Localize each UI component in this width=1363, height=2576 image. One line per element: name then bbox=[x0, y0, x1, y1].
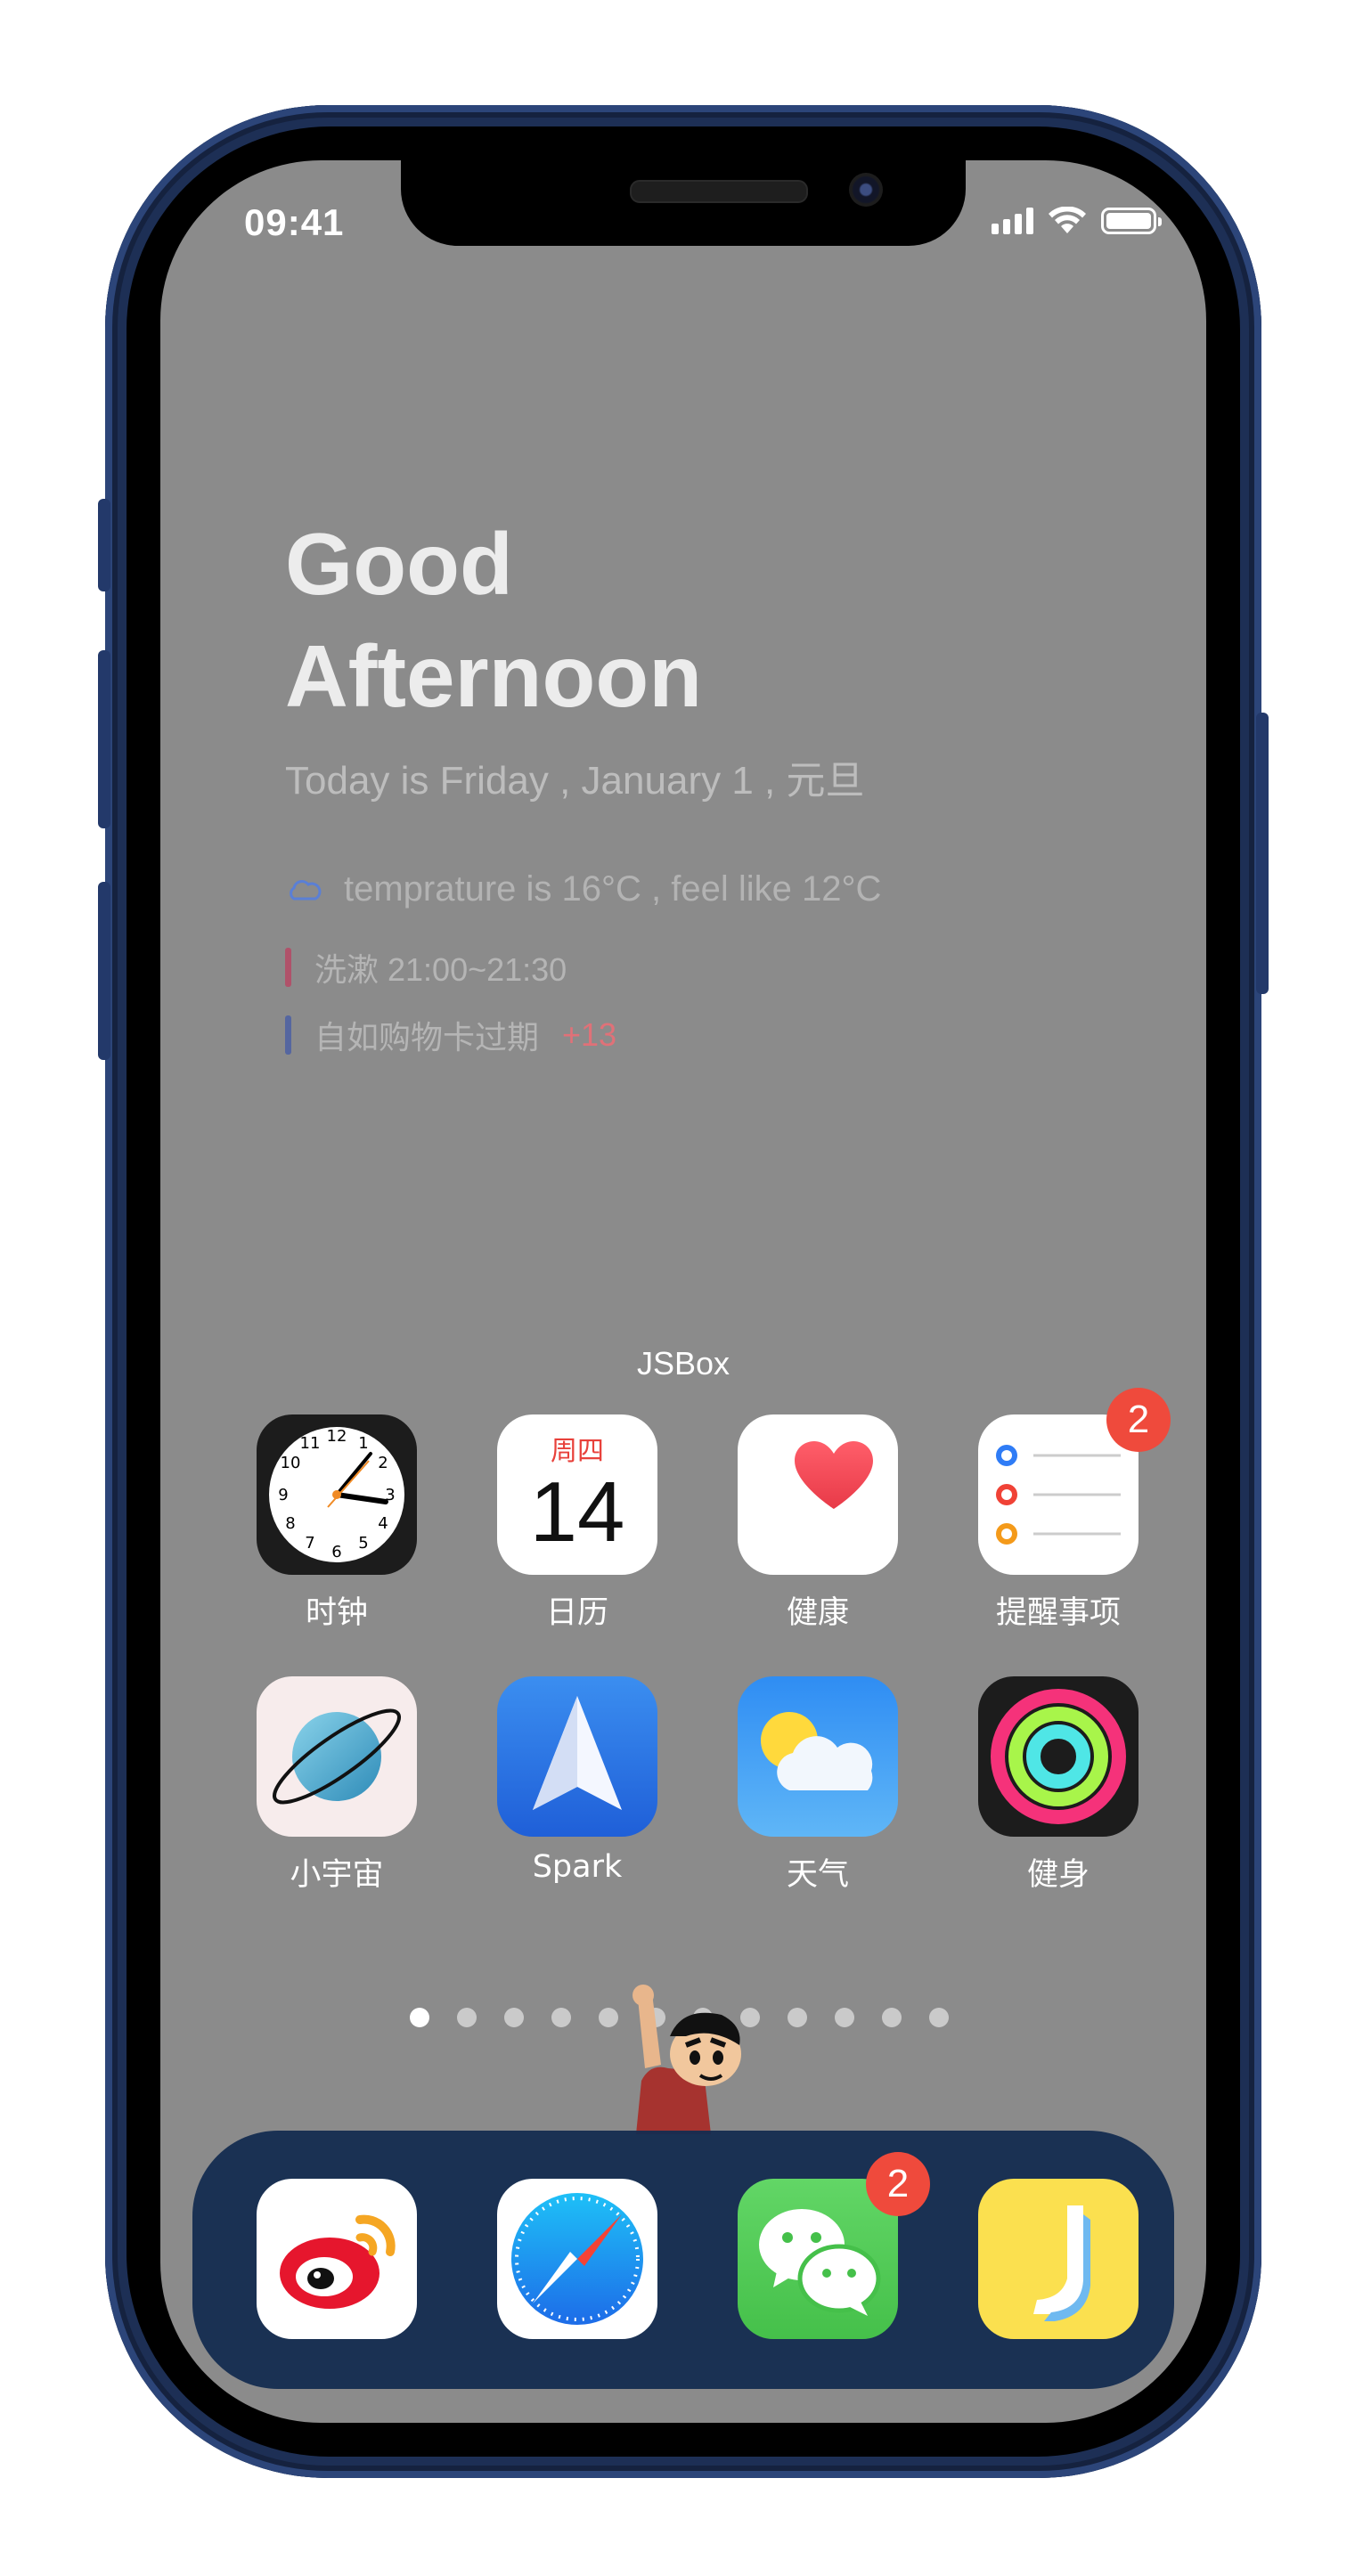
wifi-icon bbox=[1049, 207, 1086, 233]
app-xiaoyuzhou[interactable]: 小宇宙 bbox=[239, 1676, 435, 1895]
event-color-bar bbox=[285, 1015, 291, 1055]
calendar-icon: 周四 14 bbox=[497, 1414, 657, 1575]
weibo-icon bbox=[257, 2179, 417, 2339]
safari-compass-icon bbox=[497, 2179, 657, 2339]
dock-app-weibo[interactable] bbox=[239, 2179, 435, 2339]
earpiece-speaker bbox=[630, 180, 808, 203]
page-dot[interactable] bbox=[410, 2008, 429, 2027]
app-weather[interactable]: 天气 bbox=[720, 1676, 916, 1895]
notification-badge: 2 bbox=[866, 2152, 930, 2216]
page-dot[interactable] bbox=[457, 2008, 477, 2027]
svg-text:5: 5 bbox=[358, 1534, 368, 1553]
weather-icon bbox=[738, 1676, 898, 1837]
volume-up-button bbox=[98, 650, 110, 828]
greeting-line-2: Afternoon bbox=[285, 627, 703, 725]
app-label: 天气 bbox=[786, 1857, 849, 1893]
app-label: Spark bbox=[532, 1849, 623, 1885]
app-clock[interactable]: 12 1 2 345 678 9 10 11 时钟 bbox=[239, 1414, 435, 1633]
greeting-line-1: Good bbox=[285, 515, 513, 613]
cloud-icon bbox=[290, 879, 322, 900]
status-icons bbox=[992, 207, 1162, 235]
app-label: 提醒事项 bbox=[995, 1595, 1121, 1631]
app-label: 健康 bbox=[786, 1595, 849, 1631]
app-label: 健身 bbox=[1026, 1857, 1090, 1893]
svg-text:9: 9 bbox=[278, 1486, 288, 1504]
date-text: Today is Friday , January 1 , 元旦 bbox=[285, 759, 865, 803]
svg-text:11: 11 bbox=[300, 1434, 321, 1453]
svg-text:6: 6 bbox=[331, 1543, 341, 1561]
calendar-weekday: 周四 bbox=[551, 1436, 604, 1467]
page-dot[interactable] bbox=[929, 2008, 949, 2027]
status-time: 09:41 bbox=[244, 201, 345, 243]
page-dot[interactable] bbox=[551, 2008, 571, 2027]
greeting-widget[interactable]: Good Afternoon bbox=[285, 508, 702, 732]
silent-switch bbox=[98, 499, 110, 591]
cartoon-sticker bbox=[633, 1985, 741, 2134]
app-label: 日历 bbox=[545, 1595, 608, 1631]
app-label: 时钟 bbox=[305, 1595, 368, 1631]
svg-text:1: 1 bbox=[358, 1434, 368, 1453]
weather-text: temprature is 16°C , feel like 12°C bbox=[344, 869, 882, 909]
health-heart-icon bbox=[738, 1414, 898, 1575]
app-label: 小宇宙 bbox=[290, 1857, 384, 1893]
page-dot[interactable] bbox=[504, 2008, 524, 2027]
page-dot[interactable] bbox=[835, 2008, 854, 2027]
jike-icon bbox=[978, 2179, 1139, 2339]
home-screen: 09:41 Good Afternoon Today is Friday , J… bbox=[160, 160, 1206, 2423]
svg-text:12: 12 bbox=[327, 1427, 347, 1446]
clock-icon: 12 1 2 345 678 9 10 11 bbox=[257, 1414, 417, 1575]
front-camera bbox=[849, 173, 883, 207]
event-item: 自如购物卡过期 +13 bbox=[285, 1012, 616, 1058]
svg-text:2: 2 bbox=[378, 1454, 388, 1472]
activity-rings-icon bbox=[978, 1676, 1139, 1837]
weather-row: temprature is 16°C , feel like 12°C bbox=[285, 869, 881, 909]
event-text: 自如购物卡过期 bbox=[314, 1019, 540, 1056]
dock-app-jike[interactable] bbox=[960, 2179, 1156, 2339]
app-health[interactable]: 健康 bbox=[720, 1414, 916, 1633]
page-dot[interactable] bbox=[882, 2008, 902, 2027]
event-color-bar bbox=[285, 948, 291, 987]
paper-plane-icon bbox=[497, 1676, 657, 1837]
app-fitness[interactable]: 健身 bbox=[960, 1676, 1156, 1895]
cellular-signal-icon bbox=[992, 208, 1033, 234]
calendar-day: 14 bbox=[529, 1464, 625, 1560]
page-dot[interactable] bbox=[788, 2008, 807, 2027]
dock-app-wechat[interactable]: 2 bbox=[720, 2152, 930, 2339]
event-extra: +13 bbox=[562, 1016, 617, 1053]
svg-text:7: 7 bbox=[305, 1534, 314, 1553]
app-reminders[interactable]: 2 提醒事项 bbox=[960, 1388, 1171, 1633]
notch bbox=[401, 160, 966, 246]
dock-app-safari[interactable] bbox=[479, 2179, 675, 2339]
power-button bbox=[1256, 713, 1269, 994]
planet-icon bbox=[257, 1676, 417, 1837]
svg-text:8: 8 bbox=[285, 1514, 295, 1533]
svg-text:10: 10 bbox=[281, 1454, 301, 1472]
battery-icon bbox=[1101, 208, 1162, 234]
dock: 2 bbox=[192, 2131, 1174, 2389]
app-calendar[interactable]: 周四 14 日历 bbox=[479, 1414, 675, 1633]
app-spark[interactable]: Spark bbox=[479, 1676, 675, 1885]
event-text: 洗漱 21:00~21:30 bbox=[314, 951, 567, 988]
volume-down-button bbox=[98, 882, 110, 1060]
event-item: 洗漱 21:00~21:30 bbox=[285, 944, 567, 990]
svg-text:4: 4 bbox=[378, 1514, 388, 1533]
widget-app-label: JSBox bbox=[636, 1345, 730, 1382]
notification-badge: 2 bbox=[1106, 1388, 1171, 1452]
